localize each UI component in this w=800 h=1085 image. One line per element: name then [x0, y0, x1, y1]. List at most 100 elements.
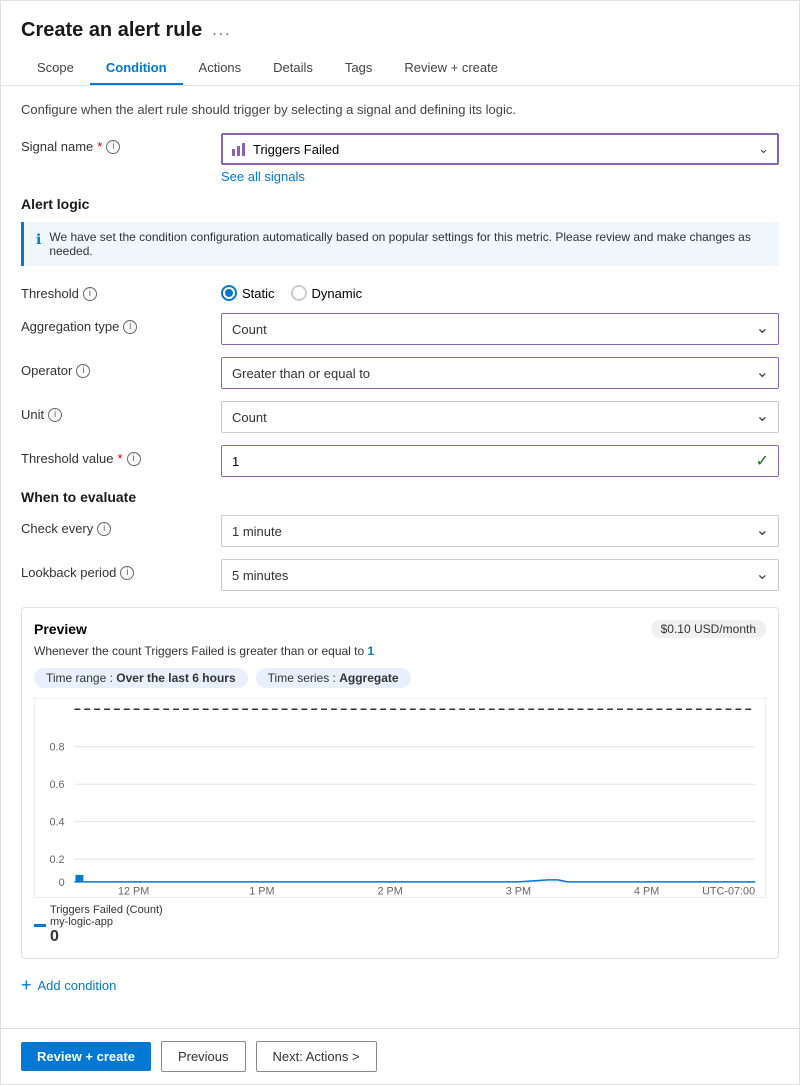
signal-name-required: *	[97, 139, 102, 154]
signal-chart-icon	[231, 141, 247, 157]
operator-info-icon[interactable]: i	[76, 364, 90, 378]
check-every-select[interactable]: 1 minute	[221, 515, 779, 547]
svg-text:12 PM: 12 PM	[118, 886, 149, 897]
ellipsis-menu[interactable]: ...	[212, 22, 231, 40]
operator-select[interactable]: Greater than or equal to	[221, 357, 779, 389]
signal-name-label: Signal name * i	[21, 133, 221, 154]
review-create-button[interactable]: Review + create	[21, 1042, 151, 1071]
when-to-evaluate-heading: When to evaluate	[21, 489, 779, 505]
threshold-radio-group: Static Dynamic	[221, 280, 779, 301]
threshold-dynamic-option[interactable]: Dynamic	[291, 285, 363, 301]
check-every-control: 1 minute	[221, 515, 779, 547]
price-badge: $0.10 USD/month	[651, 620, 766, 638]
lookback-period-wrapper: 5 minutes	[221, 559, 779, 591]
aggregation-type-label: Aggregation type i	[21, 313, 221, 334]
page-container: Create an alert rule ... Scope Condition…	[0, 0, 800, 1085]
lookback-period-row: Lookback period i 5 minutes	[21, 559, 779, 591]
threshold-static-option[interactable]: Static	[221, 285, 275, 301]
legend-sub: my-logic-app	[50, 916, 163, 928]
signal-name-info-icon[interactable]: i	[106, 140, 120, 154]
threshold-value-row: Threshold value * i ✓	[21, 445, 779, 477]
unit-label: Unit i	[21, 401, 221, 422]
legend-item: Triggers Failed (Count) my-logic-app 0	[34, 904, 766, 946]
add-condition-button[interactable]: + Add condition	[21, 975, 779, 996]
legend-color-swatch	[34, 924, 46, 927]
title-row: Create an alert rule ...	[21, 19, 779, 42]
alert-logic-heading: Alert logic	[21, 196, 779, 212]
tab-scope[interactable]: Scope	[21, 52, 90, 85]
unit-wrapper: Count	[221, 401, 779, 433]
tab-review-create[interactable]: Review + create	[388, 52, 514, 85]
operator-control: Greater than or equal to	[221, 357, 779, 389]
operator-label: Operator i	[21, 357, 221, 378]
aggregation-info-icon[interactable]: i	[123, 320, 137, 334]
tab-actions[interactable]: Actions	[183, 52, 258, 85]
tab-details[interactable]: Details	[257, 52, 329, 85]
threshold-control: Static Dynamic	[221, 280, 779, 301]
unit-row: Unit i Count	[21, 401, 779, 433]
aggregation-type-wrapper: Count	[221, 313, 779, 345]
chart-legend: Triggers Failed (Count) my-logic-app 0	[34, 904, 766, 946]
chart-svg: 0.8 0.6 0.4 0.2 0 12 PM 1 PM 2 PM 3 PM 4…	[35, 699, 765, 897]
unit-select[interactable]: Count	[221, 401, 779, 433]
aggregation-type-control: Count	[221, 313, 779, 345]
legend-name: Triggers Failed (Count)	[50, 904, 163, 916]
legend-value: 0	[50, 928, 163, 946]
signal-name-row: Signal name * i Triggers Faile	[21, 133, 779, 184]
svg-text:1 PM: 1 PM	[249, 886, 274, 897]
tab-condition[interactable]: Condition	[90, 52, 183, 85]
svg-text:0.8: 0.8	[50, 742, 65, 754]
svg-text:UTC-07:00: UTC-07:00	[702, 886, 755, 897]
time-range-badge[interactable]: Time range : Over the last 6 hours	[34, 668, 248, 688]
unit-info-icon[interactable]: i	[48, 408, 62, 422]
svg-text:4 PM: 4 PM	[634, 886, 659, 897]
signal-name-dropdown[interactable]: Triggers Failed ⌄	[221, 133, 779, 165]
threshold-value-required: *	[118, 451, 123, 466]
threshold-value-input[interactable]	[221, 445, 779, 477]
footer: Review + create Previous Next: Actions >	[1, 1028, 799, 1084]
main-content: Configure when the alert rule should tri…	[1, 86, 799, 1028]
preview-header: Preview $0.10 USD/month	[34, 620, 766, 638]
threshold-label: Threshold i	[21, 280, 221, 301]
svg-text:0: 0	[59, 877, 65, 889]
operator-wrapper: Greater than or equal to	[221, 357, 779, 389]
threshold-info-icon[interactable]: i	[83, 287, 97, 301]
time-series-badge[interactable]: Time series : Aggregate	[256, 668, 411, 688]
configure-text: Configure when the alert rule should tri…	[21, 102, 779, 117]
preview-description-value: 1	[368, 644, 375, 658]
next-actions-button[interactable]: Next: Actions >	[256, 1041, 377, 1072]
svg-text:3 PM: 3 PM	[506, 886, 531, 897]
previous-button[interactable]: Previous	[161, 1041, 246, 1072]
badge-row: Time range : Over the last 6 hours Time …	[34, 668, 766, 688]
check-every-row: Check every i 1 minute	[21, 515, 779, 547]
tab-tags[interactable]: Tags	[329, 52, 388, 85]
aggregation-type-select[interactable]: Count	[221, 313, 779, 345]
nav-tabs: Scope Condition Actions Details Tags Rev…	[21, 52, 779, 85]
check-every-label: Check every i	[21, 515, 221, 536]
info-circle-icon: ℹ	[36, 231, 41, 248]
lookback-period-label: Lookback period i	[21, 559, 221, 580]
add-icon: +	[21, 975, 32, 996]
svg-text:0.6: 0.6	[50, 779, 65, 791]
signal-name-control: Triggers Failed ⌄ See all signals	[221, 133, 779, 184]
check-every-info-icon[interactable]: i	[97, 522, 111, 536]
svg-text:2 PM: 2 PM	[377, 886, 402, 897]
svg-text:0.2: 0.2	[50, 854, 65, 866]
preview-description: Whenever the count Triggers Failed is gr…	[34, 644, 766, 658]
lookback-period-info-icon[interactable]: i	[120, 566, 134, 580]
page-header: Create an alert rule ... Scope Condition…	[1, 1, 799, 86]
lookback-period-select[interactable]: 5 minutes	[221, 559, 779, 591]
preview-section: Preview $0.10 USD/month Whenever the cou…	[21, 607, 779, 959]
page-title: Create an alert rule	[21, 19, 202, 42]
alert-logic-info: ℹ We have set the condition configuratio…	[21, 222, 779, 266]
dynamic-radio-button[interactable]	[291, 285, 307, 301]
threshold-value-info-icon[interactable]: i	[127, 452, 141, 466]
see-all-signals-link[interactable]: See all signals	[221, 169, 305, 184]
static-radio-button[interactable]	[221, 285, 237, 301]
svg-text:0.4: 0.4	[50, 817, 65, 829]
check-every-wrapper: 1 minute	[221, 515, 779, 547]
lookback-period-control: 5 minutes	[221, 559, 779, 591]
preview-title: Preview	[34, 621, 87, 637]
threshold-row: Threshold i Static Dynamic	[21, 280, 779, 301]
aggregation-type-row: Aggregation type i Count	[21, 313, 779, 345]
